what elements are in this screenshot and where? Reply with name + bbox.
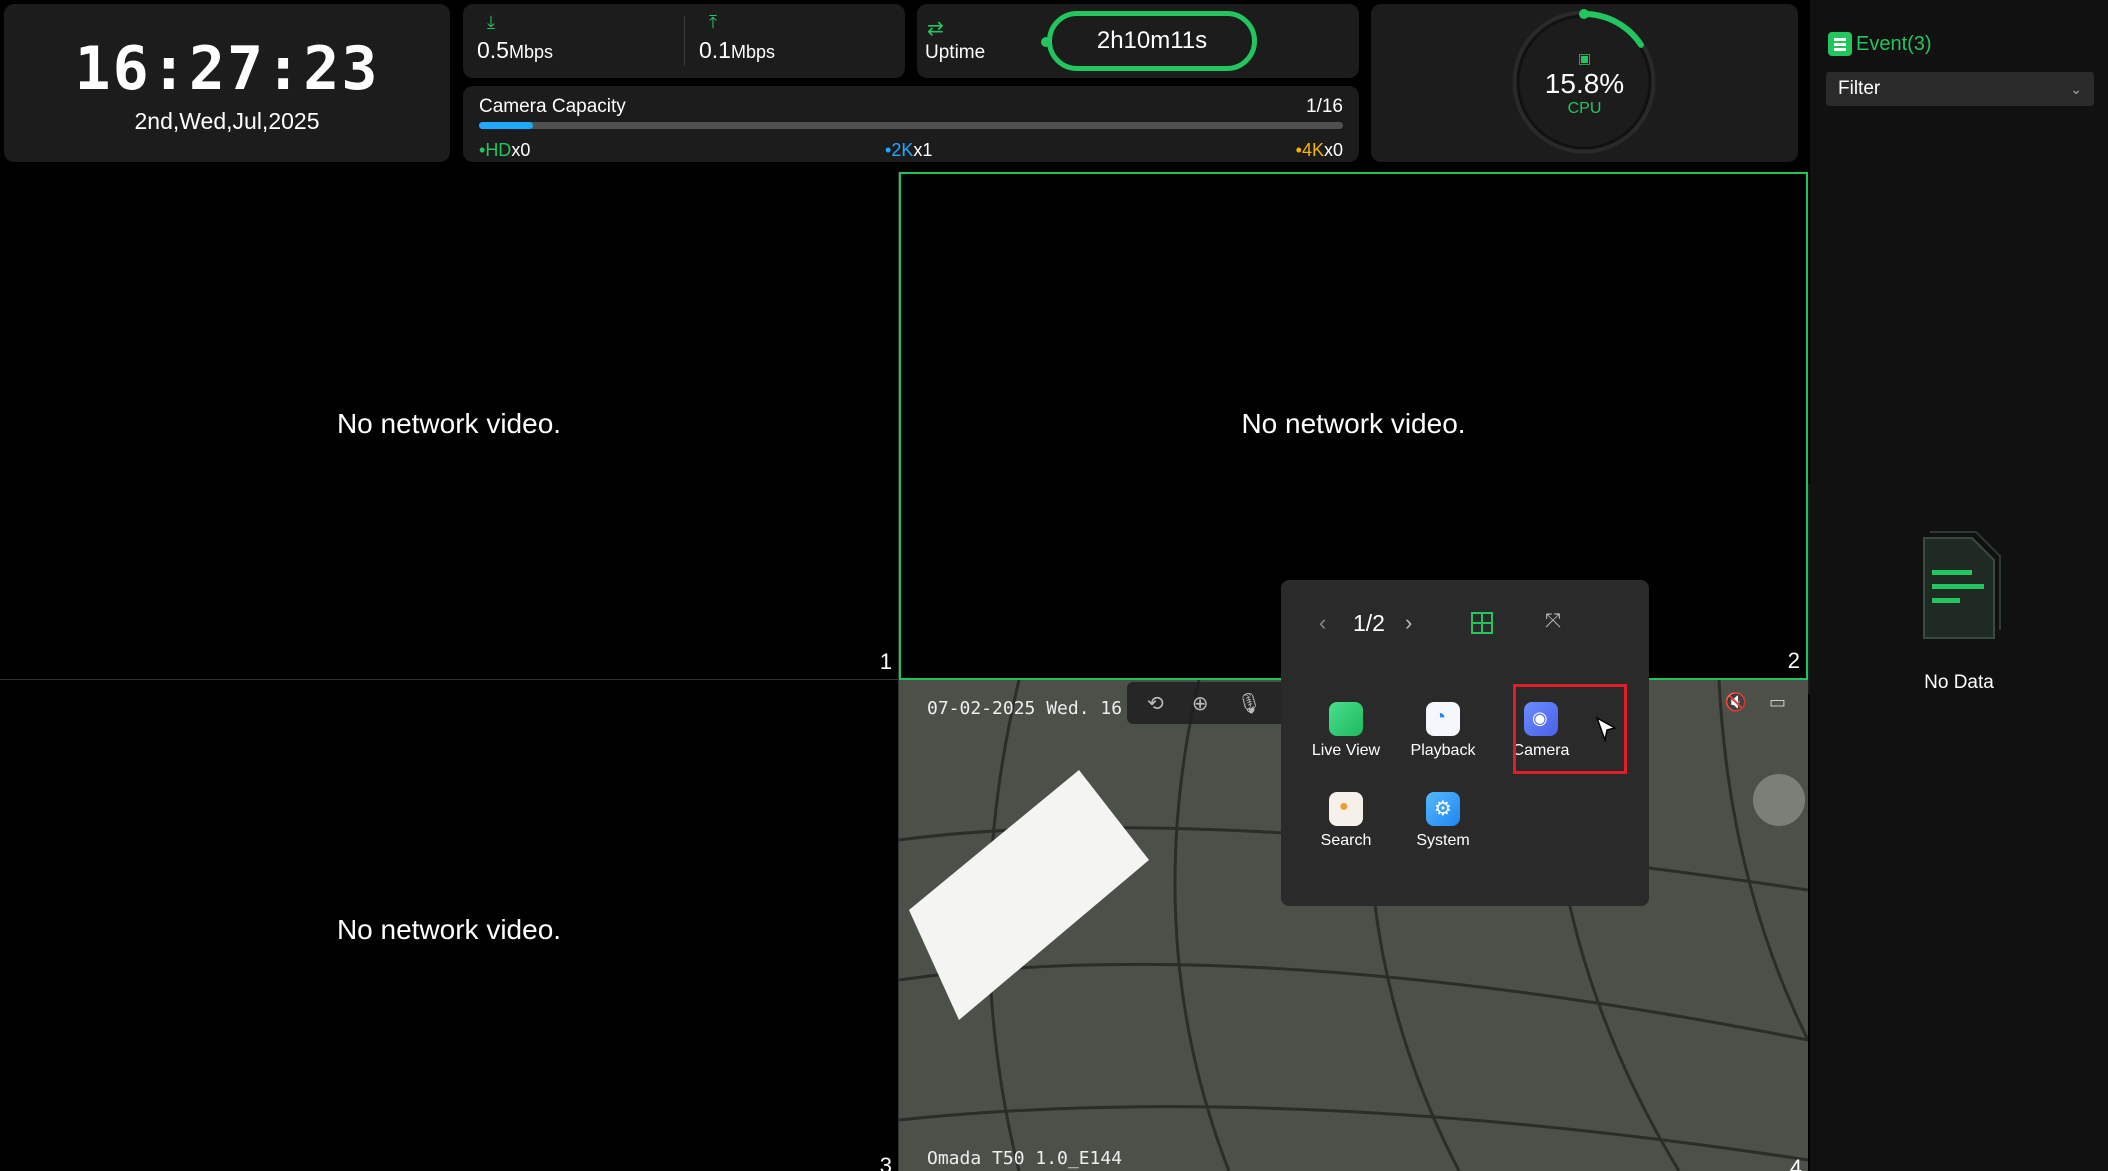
uptime-sync-icon: ⇄: [927, 18, 944, 40]
capacity-bar-fill: [479, 122, 533, 129]
app-live-view[interactable]: Live View: [1301, 702, 1391, 760]
uptime-panel: ⇄ Uptime 2h10m11s: [917, 4, 1359, 78]
nvr-dashboard: 16:27:23 2nd,Wed,Jul,2025 ⤓ 0.5Mbps ⤒ 0.…: [0, 0, 2108, 1171]
quick-menu-popup: ‹ 1/2 › ⤧ Live View ◔ Playback ◉ Camera …: [1281, 580, 1649, 906]
no-video-message: No network video.: [336, 914, 562, 945]
download-value: 0.5: [477, 37, 509, 63]
event-list-icon: [1828, 32, 1852, 56]
app-label: Search: [1320, 832, 1372, 849]
cpu-panel: ▣ 15.8% CPU: [1371, 4, 1798, 162]
upload-unit: Mbps: [730, 42, 775, 62]
no-data-text: No Data: [1924, 672, 1994, 693]
download-stat: ⤓ 0.5Mbps: [477, 12, 553, 64]
app-label: Live View: [1311, 742, 1381, 759]
filter-label: Filter: [1838, 78, 1881, 99]
prev-page-icon[interactable]: ‹: [1319, 610, 1326, 636]
cell-number: 4: [1789, 1155, 1802, 1171]
mute-icon[interactable]: 🔇: [1725, 692, 1747, 713]
event-header: Event(3): [1828, 32, 1932, 56]
app-playback[interactable]: ◔ Playback: [1398, 702, 1488, 760]
upload-stat: ⤒ 0.1Mbps: [699, 12, 775, 64]
app-label: Playback: [1410, 742, 1476, 759]
uptime-value: 2h10m11s: [1047, 11, 1257, 71]
app-system[interactable]: ⚙ System: [1398, 792, 1488, 850]
upload-arrow-icon: ⤒: [709, 12, 717, 32]
clock-time: 16:27:23: [74, 34, 380, 104]
app-search[interactable]: ● Search: [1301, 792, 1391, 850]
camera-osd-model: Omada T50 1.0_E144: [927, 1148, 1123, 1169]
network-panel: ⤓ 0.5Mbps ⤒ 0.1Mbps: [463, 4, 905, 78]
camera-osd-date: 07-02-2025 Wed. 16: [927, 698, 1123, 719]
capacity-4k: •4Kx0: [1295, 140, 1343, 160]
app-label: System: [1416, 832, 1470, 849]
capacity-hd: •HDx0: [479, 140, 531, 160]
capacity-4k-label: 4K: [1301, 140, 1324, 160]
clock-date: 2nd,Wed,Jul,2025: [134, 108, 320, 134]
capacity-hd-label: HD: [485, 140, 512, 160]
playback-toggle-icon[interactable]: ⟲: [1147, 691, 1164, 716]
network-divider: [684, 16, 685, 66]
cell-number: 2: [1787, 648, 1800, 673]
event-title: Event(3): [1856, 32, 1932, 55]
capacity-2k-label: 2K: [891, 140, 914, 160]
next-page-icon[interactable]: ›: [1405, 610, 1412, 636]
cpu-value: 15.8%: [1544, 68, 1625, 99]
search-icon: ●: [1329, 792, 1363, 826]
capacity-2k: •2Kx1: [885, 140, 933, 160]
download-unit: Mbps: [508, 42, 553, 62]
popup-page-indicator: 1/2: [1353, 610, 1385, 636]
uptime-label: Uptime: [925, 42, 986, 63]
upload-value: 0.1: [699, 37, 731, 63]
cpu-label: CPU: [1567, 100, 1602, 117]
system-icon: ⚙: [1426, 792, 1460, 826]
video-cell-1[interactable]: No network video. 1: [0, 172, 899, 680]
clock-panel: 16:27:23 2nd,Wed,Jul,2025: [4, 4, 450, 162]
capacity-hd-count: x0: [511, 140, 531, 160]
download-arrow-icon: ⤓: [487, 12, 495, 32]
capacity-title: Camera Capacity: [479, 96, 626, 117]
chevron-down-icon: ⌄: [2070, 80, 2082, 97]
capacity-count: 1/16: [1306, 96, 1343, 117]
event-filter-select[interactable]: Filter ⌄: [1826, 72, 2094, 106]
microphone-icon[interactable]: 🎙: [1237, 691, 1262, 716]
collapse-icon[interactable]: ⤧: [1545, 610, 1561, 633]
no-data-icon: [1923, 531, 2001, 639]
video-cell-3[interactable]: No network video. 3: [0, 680, 899, 1171]
camera-capacity-panel: Camera Capacity 1/16 •HDx0 •2Kx1 •4Kx0: [463, 86, 1359, 162]
capacity-bar: [479, 122, 1343, 129]
cpu-chip-icon: ▣: [1577, 50, 1592, 66]
camera-right-icons: 🔇 ▭: [1725, 692, 1786, 713]
no-video-message: No network video.: [336, 408, 562, 439]
snapshot-icon[interactable]: ▭: [1769, 692, 1786, 713]
mouse-cursor-icon: [1595, 716, 1618, 743]
grid-layout-icon[interactable]: [1471, 612, 1493, 634]
live-view-icon: [1329, 702, 1363, 736]
capacity-2k-count: x1: [913, 140, 933, 160]
cell-number: 1: [879, 649, 892, 674]
event-sidebar: Event(3) Filter ⌄ No Data: [1810, 0, 2108, 1171]
capacity-4k-count: x0: [1323, 140, 1343, 160]
playback-icon: ◔: [1426, 702, 1460, 736]
no-video-message: No network video.: [1241, 408, 1466, 439]
cell-number: 3: [879, 1153, 892, 1171]
zoom-icon[interactable]: ⊕: [1192, 691, 1209, 716]
